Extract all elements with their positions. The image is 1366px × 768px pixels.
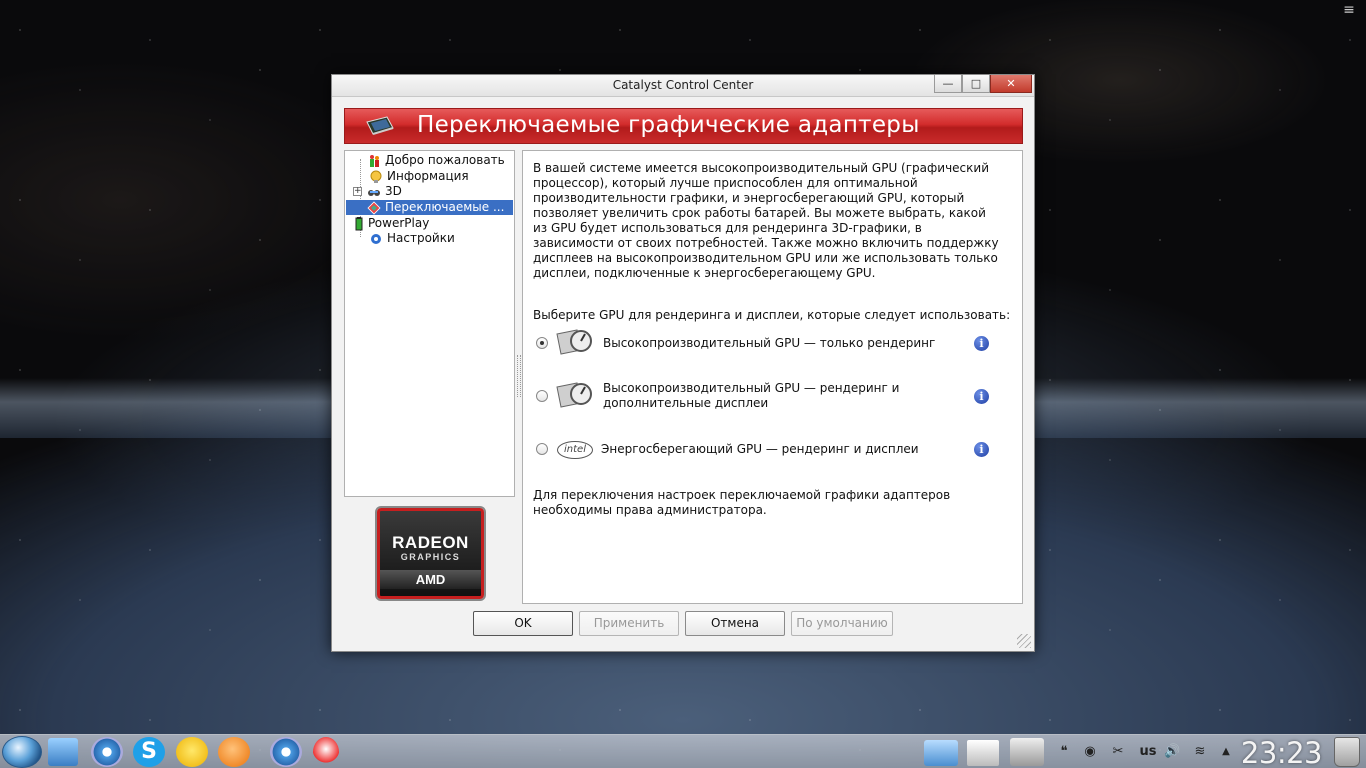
orange-app-icon[interactable] — [218, 737, 250, 767]
gpu-option-high-performance-displays[interactable]: Высокопроизводительный GPU — рендеринг и… — [533, 379, 1013, 415]
pane-splitter[interactable] — [517, 355, 521, 397]
admin-rights-note: Для переключения настроек переключаемой … — [533, 488, 951, 517]
battery-icon — [355, 216, 363, 230]
high-performance-gpu-icon — [556, 329, 592, 355]
clock[interactable]: 23:23 — [1241, 736, 1323, 768]
notification-tray-icon[interactable]: ❝ — [1056, 744, 1072, 760]
info-bulb-icon — [370, 170, 382, 183]
wifi-icon[interactable]: ≋ — [1192, 744, 1208, 760]
description-text: В вашей системе имеется высокопроизводит… — [533, 161, 999, 280]
option-label: Высокопроизводительный GPU — рендеринг и… — [603, 381, 900, 410]
maximize-button[interactable]: □ — [962, 75, 990, 93]
close-button[interactable]: ✕ — [990, 75, 1032, 93]
logo-text-amd: AMD — [380, 570, 481, 589]
tree-item-powerplay[interactable]: PowerPlay — [354, 216, 429, 231]
desktop-toolbox-icon[interactable]: ≡ — [1338, 2, 1360, 20]
tree-item-label: 3D — [385, 184, 402, 198]
logo-text-radeon: RADEON — [392, 533, 469, 552]
tree-item-welcome[interactable]: Добро пожаловать — [367, 153, 505, 168]
tree-item-label: Добро пожаловать — [385, 153, 505, 167]
content-panel: В вашей системе имеется высокопроизводит… — [522, 150, 1023, 604]
radio-power-saving[interactable] — [536, 443, 548, 455]
info-icon[interactable]: i — [974, 336, 989, 351]
gpu-option-power-saving[interactable]: intel Энергосберегающий GPU — рендеринг … — [533, 435, 1013, 465]
tray-chromium-icon[interactable]: ◉ — [1082, 744, 1098, 760]
system-settings-icon[interactable] — [1010, 738, 1044, 766]
skype-icon[interactable]: S — [133, 737, 165, 767]
chromium-browser-icon[interactable] — [91, 737, 123, 767]
tree-expander-3d[interactable]: + — [353, 187, 362, 196]
radio-high-performance-render[interactable] — [536, 337, 548, 349]
tree-item-settings[interactable]: Настройки — [369, 231, 455, 246]
window-title: Catalyst Control Center — [612, 78, 754, 92]
taskbar: S ❝ ◉ ✂ us 🔊 ≋ ▲ 23:23 — [0, 734, 1366, 768]
high-performance-gpu-icon — [556, 382, 592, 408]
logo-text-graphics: GRAPHICS — [400, 552, 461, 562]
messenger-icon[interactable] — [176, 737, 208, 767]
trash-icon[interactable] — [1334, 737, 1360, 767]
catalyst-window: Catalyst Control Center — □ ✕ Переключае… — [331, 74, 1035, 652]
minimize-button[interactable]: — — [934, 75, 962, 93]
info-icon[interactable]: i — [974, 389, 989, 404]
file-manager-icon[interactable] — [48, 738, 78, 766]
radeon-amd-logo: RADEON GRAPHICS AMD — [377, 508, 484, 599]
ok-button[interactable]: OK — [473, 611, 573, 636]
tray-expand-arrow-icon[interactable]: ▲ — [1218, 744, 1234, 760]
tree-item-switchable-graphics[interactable]: Переключаемые ... — [346, 200, 513, 215]
start-menu-button[interactable] — [2, 736, 42, 768]
keyboard-layout-indicator[interactable]: us — [1138, 744, 1158, 760]
3d-icon — [368, 189, 380, 196]
switchable-graphics-icon — [367, 200, 381, 215]
apply-button[interactable]: Применить — [579, 611, 679, 636]
intel-logo-icon: intel — [557, 441, 593, 459]
info-icon[interactable]: i — [974, 442, 989, 457]
defaults-button[interactable]: По умолчанию — [791, 611, 893, 636]
radio-high-performance-displays[interactable] — [536, 390, 548, 402]
tree-item-label: PowerPlay — [368, 216, 430, 230]
tree-item-label: Информация — [387, 169, 469, 183]
ati-catalyst-task-icon[interactable] — [313, 737, 339, 767]
window-titlebar[interactable]: Catalyst Control Center — □ ✕ — [332, 75, 1034, 97]
tree-item-label: Переключаемые ... — [385, 200, 505, 214]
resize-grip[interactable] — [1017, 634, 1031, 648]
switchable-graphics-banner-icon — [366, 116, 394, 135]
navigation-tree: Добро пожаловать Информация + 3D Переклю… — [344, 150, 515, 497]
window-controls: — □ ✕ — [934, 75, 1032, 93]
desktop-grid-icon[interactable] — [967, 740, 999, 766]
tree-item-information[interactable]: Информация — [369, 169, 469, 184]
volume-icon[interactable]: 🔊 — [1164, 744, 1180, 760]
option-label: Энергосберегающий GPU — рендеринг и дисп… — [601, 442, 919, 456]
chromium-browser-window-icon[interactable] — [270, 737, 302, 767]
tree-item-3d[interactable]: 3D — [367, 184, 402, 199]
tree-item-label: Настройки — [387, 231, 455, 245]
welcome-icon — [370, 154, 379, 167]
page-title: Переключаемые графические адаптеры — [417, 112, 920, 138]
clipboard-scissors-icon[interactable]: ✂ — [1110, 744, 1126, 760]
gpu-option-high-performance-render[interactable]: Высокопроизводительный GPU — только ренд… — [533, 329, 1013, 365]
cancel-button[interactable]: Отмена — [685, 611, 785, 636]
settings-icon — [371, 233, 381, 244]
screenshot-tool-icon[interactable] — [924, 740, 958, 766]
gpu-selection-prompt: Выберите GPU для рендеринга и дисплеи, к… — [533, 308, 1011, 322]
option-label: Высокопроизводительный GPU — только ренд… — [603, 336, 936, 350]
page-banner: Переключаемые графические адаптеры — [344, 108, 1023, 144]
